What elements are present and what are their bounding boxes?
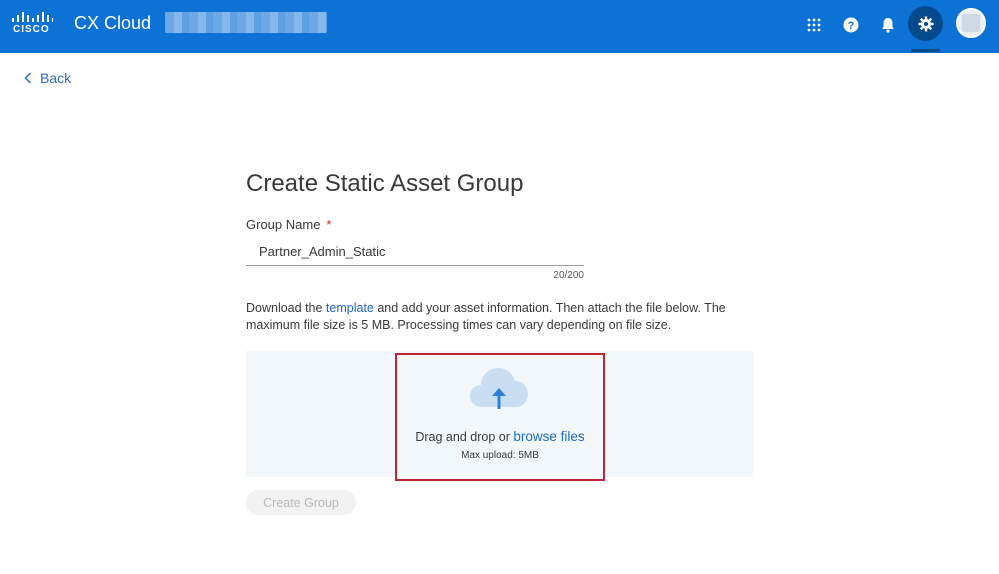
drop-instruction: Drag and drop or browse files xyxy=(395,429,605,444)
template-link[interactable]: template xyxy=(326,301,374,315)
gear-icon xyxy=(918,16,933,31)
create-group-button[interactable]: Create Group xyxy=(246,490,356,515)
cisco-bars-icon xyxy=(12,12,53,22)
max-upload-note: Max upload: 5MB xyxy=(461,450,539,461)
settings-button[interactable] xyxy=(908,6,943,41)
group-name-label: Group Name * xyxy=(246,217,331,232)
apps-grid-icon[interactable] xyxy=(799,10,829,40)
chevron-left-icon xyxy=(24,72,32,84)
avatar-image xyxy=(962,14,980,32)
top-header: CISCO CX Cloud ? xyxy=(0,0,999,53)
cisco-logo[interactable]: CISCO xyxy=(11,12,53,36)
cloud-upload-icon xyxy=(470,368,528,409)
drop-text: Drag and drop or xyxy=(415,430,514,444)
char-counter: 20/200 xyxy=(553,270,584,281)
help-icon[interactable]: ? xyxy=(836,10,866,40)
back-label: Back xyxy=(40,70,72,86)
bell-icon[interactable] xyxy=(873,10,903,40)
active-tab-indicator xyxy=(911,49,940,52)
group-name-label-text: Group Name xyxy=(246,217,321,232)
back-link[interactable]: Back xyxy=(24,70,71,86)
cisco-logo-text: CISCO xyxy=(13,24,50,35)
group-name-input[interactable] xyxy=(246,238,584,266)
avatar[interactable] xyxy=(956,8,986,38)
page-title: Create Static Asset Group xyxy=(246,170,524,197)
browse-files-link[interactable]: browse files xyxy=(513,429,584,444)
app-title[interactable]: CX Cloud xyxy=(74,13,151,34)
instructions-text-1: Download the xyxy=(246,301,326,315)
upload-instructions: Download the template and add your asset… xyxy=(246,300,736,334)
redacted-company-name xyxy=(165,12,327,33)
svg-text:?: ? xyxy=(848,20,855,32)
required-indicator: * xyxy=(326,217,332,232)
